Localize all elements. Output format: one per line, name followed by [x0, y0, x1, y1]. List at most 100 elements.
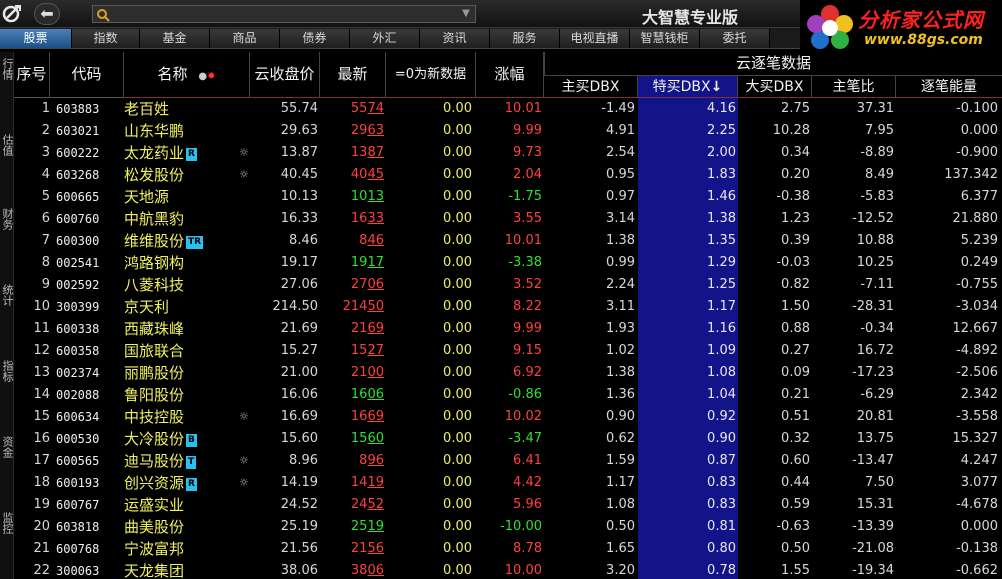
- change-percent: 3.55: [513, 211, 542, 226]
- table-row[interactable]: 21 600768 21.56 0.00 8.78 1.65 0.80 0.50 -21.08 -…: [14, 538, 1002, 560]
- latest-price: 846: [320, 230, 384, 252]
- stock-name-cell[interactable]: 天地源: [124, 186, 224, 208]
- side-tab-5[interactable]: 资金: [0, 436, 14, 458]
- table-row[interactable]: 5 600665 10.13 0.00 -1.75 0.97 1.46 -0.38 -5.83 6…: [14, 186, 1002, 208]
- table-row[interactable]: 16 000530 15.60 0.00 -3.47 0.62 0.90 0.32 13.75 1…: [14, 428, 1002, 450]
- table-row[interactable]: 13 002374 21.00 0.00 6.92 1.38 1.08 0.09 -17.23 -…: [14, 362, 1002, 384]
- special-buy-dbx: 2.25: [707, 123, 736, 138]
- tab-3[interactable]: 商品: [210, 29, 280, 48]
- tab-9[interactable]: 智慧钱柜: [630, 29, 700, 48]
- table-row[interactable]: 10 300399 214.50 0.00 8.22 3.11 1.17 1.50 -28.31…: [14, 296, 1002, 318]
- table-row[interactable]: 2 603021 29.63 0.00 9.99 4.91 2.25 10.28 7.95 0.0…: [14, 120, 1002, 142]
- app-logo-icon[interactable]: [2, 3, 24, 25]
- main-ratio: 10.88: [856, 233, 894, 248]
- stock-name-cell[interactable]: 曲美股份: [124, 516, 224, 538]
- tab-7[interactable]: 服务: [490, 29, 560, 48]
- stock-name-cell[interactable]: 丽鹏股份: [124, 362, 224, 384]
- stock-name-cell[interactable]: 维维股份 TR: [124, 230, 224, 252]
- tab-8[interactable]: 电视直播: [560, 29, 630, 48]
- stock-name: 太龙药业: [124, 144, 185, 162]
- col-header-code[interactable]: 代码: [50, 52, 124, 97]
- stock-name-cell[interactable]: 松发股份: [124, 164, 224, 186]
- table-row[interactable]: 7 600300 8.46 0.00 10.01 1.38 1.35 0.39 10.88 5.2…: [14, 230, 1002, 252]
- main-buy-dbx: 0.62: [606, 431, 635, 446]
- col-header-newdata[interactable]: =0为新数据: [386, 52, 476, 97]
- side-tab-4[interactable]: 指标: [0, 360, 14, 382]
- tab-1[interactable]: 指数: [72, 29, 140, 48]
- search-box[interactable]: ▼: [92, 5, 476, 23]
- col-header-idx[interactable]: 序号: [14, 52, 50, 97]
- table-row[interactable]: 19 600767 24.52 0.00 5.96 1.08 0.83 0.59 15.31 -4…: [14, 494, 1002, 516]
- stock-name-cell[interactable]: 老百姓: [124, 98, 224, 120]
- latest-price-tail: 96: [367, 453, 384, 468]
- large-buy-dbx: 0.60: [781, 453, 810, 468]
- table-row[interactable]: 11 600338 21.69 0.00 9.99 1.93 1.16 0.88 -0.34 12…: [14, 318, 1002, 340]
- table-row[interactable]: 3 600222 13.87 0.00 9.73 2.54 2.00 0.34 -8.89 -0.…: [14, 142, 1002, 164]
- col-header-name[interactable]: 名称 ●✹: [124, 52, 250, 97]
- close-price: 40.45: [280, 167, 318, 182]
- special-buy-dbx: 1.35: [707, 233, 736, 248]
- table-row[interactable]: 18 600193 14.19 0.00 4.42 1.17 0.83 0.44 7.50 3.0…: [14, 472, 1002, 494]
- stock-name: 创兴资源: [124, 474, 185, 492]
- table-row[interactable]: 4 603268 40.45 0.00 2.04 0.95 1.83 0.20 8.49 137.…: [14, 164, 1002, 186]
- stock-name-cell[interactable]: 八菱科技: [124, 274, 224, 296]
- table-row[interactable]: 9 002592 27.06 0.00 3.52 2.24 1.25 0.82 -7.11 -0.…: [14, 274, 1002, 296]
- main-buy-dbx: 3.14: [606, 211, 635, 226]
- stock-name-cell[interactable]: 大冷股份 B: [124, 428, 224, 450]
- stock-name-cell[interactable]: 京天利: [124, 296, 224, 318]
- latest-price-head: 21: [350, 321, 368, 336]
- tab-6[interactable]: 资讯: [420, 29, 490, 48]
- table-row[interactable]: 6 600760 16.33 0.00 3.55 3.14 1.38 1.23 -12.52 21…: [14, 208, 1002, 230]
- change-percent: 9.73: [513, 145, 542, 160]
- tab-5[interactable]: 外汇: [350, 29, 420, 48]
- stock-name-cell[interactable]: 太龙药业 R: [124, 142, 224, 164]
- col-header-ratio[interactable]: 主笔比: [812, 75, 896, 97]
- col-header-energy[interactable]: 逐笔能量: [896, 75, 1002, 97]
- tab-4[interactable]: 债券: [280, 29, 350, 48]
- stock-name-cell[interactable]: 运盛实业: [124, 494, 224, 516]
- back-button[interactable]: ⬅: [34, 3, 60, 25]
- col-header-dbx[interactable]: 主买DBX: [544, 75, 638, 97]
- stock-name-cell[interactable]: 天龙集团: [124, 560, 224, 579]
- side-tab-3[interactable]: 统计: [0, 284, 14, 306]
- tab-10[interactable]: 委托: [700, 29, 770, 48]
- stock-name-cell[interactable]: 山东华鹏: [124, 120, 224, 142]
- stock-name-cell[interactable]: 国旅联合: [124, 340, 224, 362]
- row-index: 21: [33, 541, 50, 556]
- table-row[interactable]: 17 600565 8.96 0.00 6.41 1.59 0.87 0.60 -13.47 4.…: [14, 450, 1002, 472]
- row-index: 14: [33, 387, 50, 402]
- stock-name-cell[interactable]: 鸿路钢构: [124, 252, 224, 274]
- col-header-chg[interactable]: 涨幅: [476, 52, 544, 97]
- side-tab-1[interactable]: 估值: [0, 134, 14, 156]
- table-row[interactable]: 1 603883 55.74 0.00 10.01 -1.49 4.16 2.75 37.31 -…: [14, 98, 1002, 120]
- table-row[interactable]: 20 603818 25.19 0.00 -10.00 0.50 0.81 -0.63 -13.…: [14, 516, 1002, 538]
- main-buy-dbx: 2.24: [606, 277, 635, 292]
- stock-name-cell[interactable]: 宁波富邦: [124, 538, 224, 560]
- stock-name-cell[interactable]: 鲁阳股份: [124, 384, 224, 406]
- brand-name: 分析家公式网: [858, 8, 984, 32]
- stock-name-cell[interactable]: 中航黑豹: [124, 208, 224, 230]
- col-header-latest[interactable]: 最新: [320, 52, 386, 97]
- tab-0[interactable]: 股票: [0, 29, 72, 48]
- stock-name-cell[interactable]: 中技控股: [124, 406, 224, 428]
- stock-name-cell[interactable]: 迪马股份 T: [124, 450, 224, 472]
- col-header-bdbx[interactable]: 大买DBX: [738, 75, 812, 97]
- tick-energy: -0.662: [956, 563, 998, 578]
- latest-price-head: 40: [350, 167, 368, 182]
- change-percent: 10.01: [504, 101, 542, 116]
- search-input[interactable]: [113, 6, 453, 22]
- table-row[interactable]: 15 600634 16.69 0.00 10.02 0.90 0.92 0.51 20.81 -…: [14, 406, 1002, 428]
- table-row[interactable]: 8 002541 19.17 0.00 -3.38 0.99 1.29 -0.03 10.25 0…: [14, 252, 1002, 274]
- side-tab-2[interactable]: 财务: [0, 208, 14, 230]
- stock-name-cell[interactable]: 创兴资源 R: [124, 472, 224, 494]
- chevron-down-icon[interactable]: ▼: [459, 7, 473, 21]
- side-tab-0[interactable]: 行情: [0, 58, 14, 80]
- table-row[interactable]: 12 600358 15.27 0.00 9.15 1.02 1.09 0.27 16.72 -4…: [14, 340, 1002, 362]
- tab-2[interactable]: 基金: [140, 29, 210, 48]
- col-header-close[interactable]: 云收盘价: [250, 52, 320, 97]
- stock-name-cell[interactable]: 西藏珠峰: [124, 318, 224, 340]
- side-tab-6[interactable]: 监控: [0, 512, 14, 534]
- table-row[interactable]: 22 300063 38.06 0.00 10.00 3.20 0.78 1.55 -19.34…: [14, 560, 1002, 579]
- col-header-tdbx[interactable]: 特买DBX↓: [638, 75, 738, 97]
- table-row[interactable]: 14 002088 16.06 0.00 -0.86 1.36 1.04 0.21 -6.29 2…: [14, 384, 1002, 406]
